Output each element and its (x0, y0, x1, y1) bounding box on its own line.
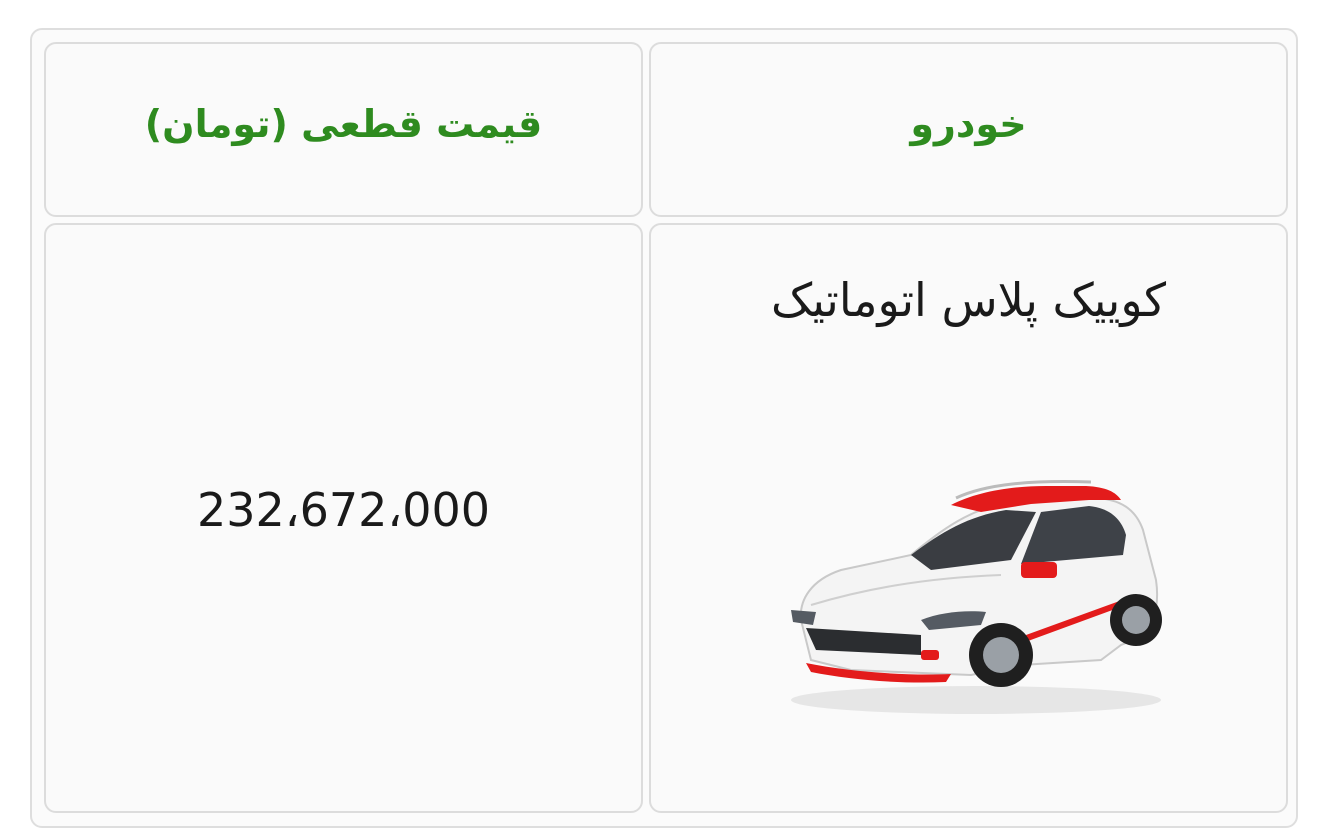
header-price-label: قیمت قطعی (تومان) (144, 102, 543, 146)
car-name: کوییک پلاس اتوماتیک (770, 273, 1167, 327)
row-cell-car: کوییک پلاس اتوماتیک (649, 223, 1288, 813)
price-value: 232،672،000 (196, 483, 491, 537)
header-car-label: خودرو (910, 102, 1027, 146)
header-cell-car: خودرو (649, 42, 1288, 217)
row-cell-price: 232،672،000 (44, 223, 643, 813)
header-cell-price: قیمت قطعی (تومان) (44, 42, 643, 217)
car-image (791, 480, 1162, 714)
price-table: خودرو قیمت قطعی (تومان) کوییک پلاس اتوما… (30, 28, 1298, 828)
